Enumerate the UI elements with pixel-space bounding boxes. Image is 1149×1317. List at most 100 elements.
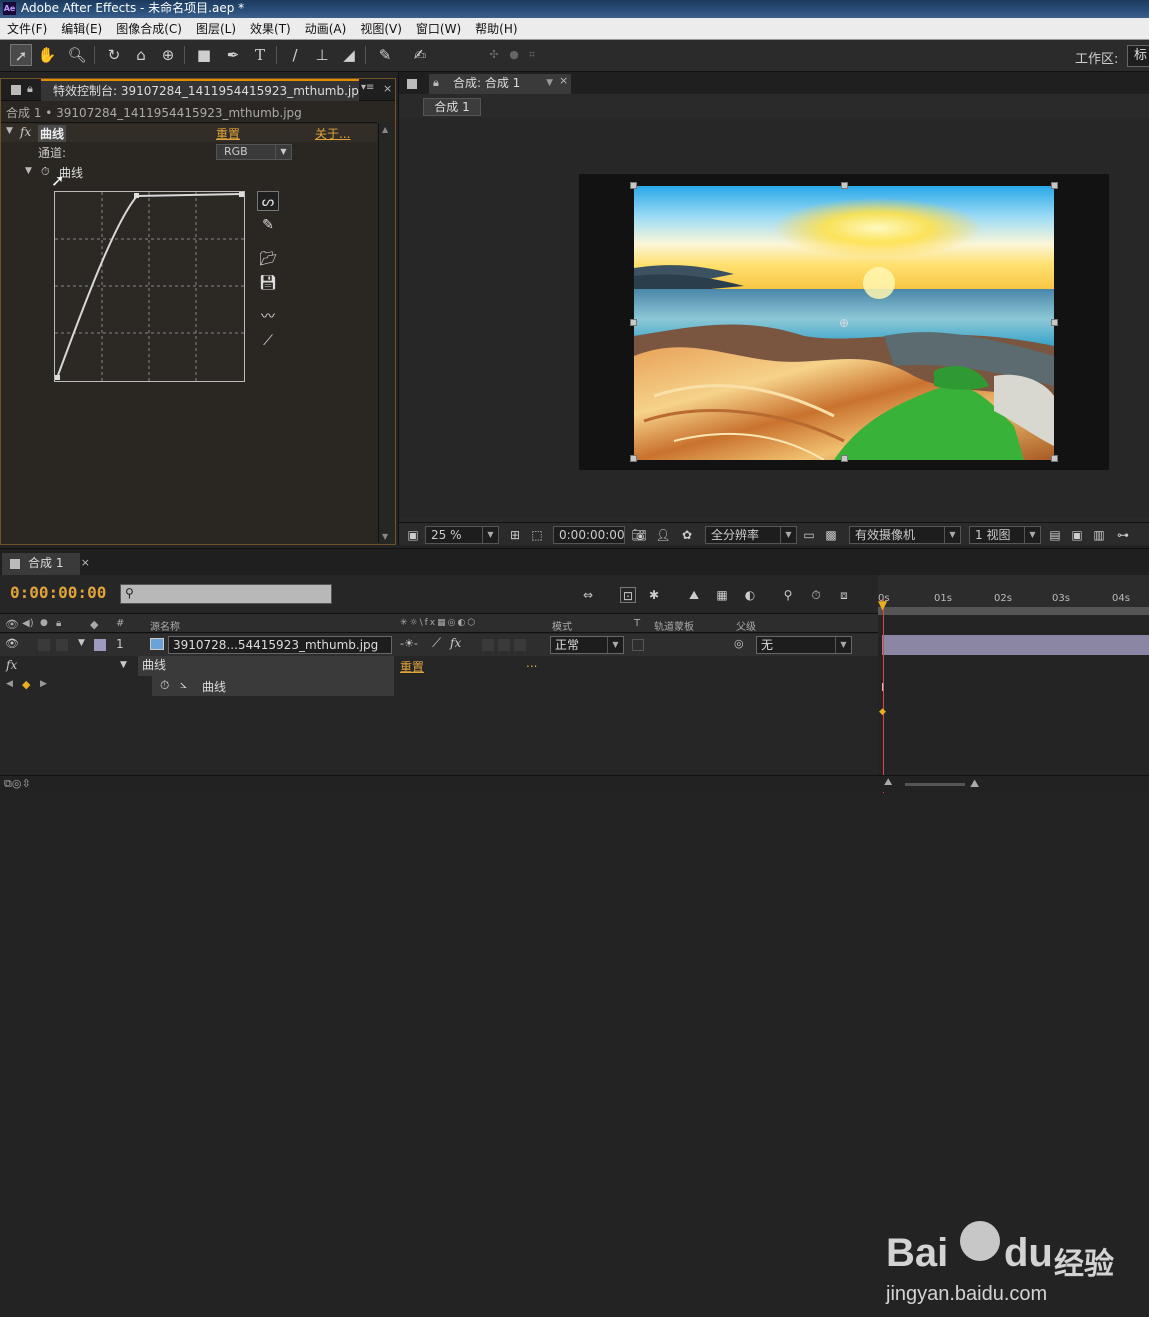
layer-duration-bar[interactable] xyxy=(882,635,1149,655)
options-ellipsis[interactable]: ... xyxy=(526,656,537,670)
timeline-graph-area[interactable]: 0s 01s 02s 03s 04s ▼ ◆ I xyxy=(878,575,1149,793)
disclosure-triangle-icon[interactable]: ▼ xyxy=(78,638,85,648)
timeline-search-input[interactable]: ⚲ xyxy=(120,584,332,604)
about-link[interactable]: 关于... xyxy=(315,125,350,142)
show-snapshot-icon[interactable]: 👤︎ xyxy=(655,527,671,543)
pick-whip-icon[interactable]: ◎ xyxy=(734,637,744,650)
current-time-display[interactable]: 0:00:00:00 xyxy=(553,526,625,544)
reset-link[interactable]: 重置 xyxy=(400,658,424,675)
scroll-down-icon[interactable]: ▼ xyxy=(382,532,388,541)
rotate-tool-icon[interactable]: ↻ xyxy=(103,44,125,66)
keyframe-diamond-icon[interactable]: ◆ xyxy=(22,678,30,691)
hand-tool-icon[interactable]: ✋ xyxy=(36,44,58,66)
panel-menu-icon[interactable]: ▾≡ xyxy=(361,82,374,93)
effect-controls-tab[interactable]: 特效控制台: 39107284_1411954415923_mthumb.jpg xyxy=(41,79,359,101)
type-tool-icon[interactable]: T xyxy=(249,44,271,66)
region-of-interest-icon[interactable]: ▭ xyxy=(801,527,817,543)
close-icon[interactable]: × xyxy=(81,553,90,573)
effect-row[interactable]: fx ▼ 曲线 重置 ... xyxy=(0,656,878,676)
puppet-pin-tool-icon[interactable]: ✍ xyxy=(409,44,431,66)
reset-line-icon[interactable]: ⟋ xyxy=(257,331,279,351)
menu-composition[interactable]: 图像合成(C) xyxy=(109,20,189,37)
current-time-indicator[interactable] xyxy=(883,599,884,793)
rectangle-tool-icon[interactable]: ■ xyxy=(193,44,215,66)
menu-view[interactable]: 视图(V) xyxy=(353,20,409,37)
next-keyframe-icon[interactable]: ▶ xyxy=(40,679,47,689)
roto-brush-tool-icon[interactable]: ✎ xyxy=(374,44,396,66)
quality-switch-icon[interactable]: ⟋ xyxy=(432,636,441,651)
property-row[interactable]: ◀ ◆ ▶ ⏱ ⦣ 曲线 xyxy=(0,676,878,696)
stopwatch-icon[interactable]: ⏱ xyxy=(41,165,50,179)
transform-handle[interactable] xyxy=(630,455,637,462)
eye-icon[interactable]: 👁︎ xyxy=(5,637,19,650)
menu-effect[interactable]: 效果(T) xyxy=(243,20,298,37)
transparency-grid-icon[interactable]: ▩ xyxy=(823,527,839,543)
open-folder-icon[interactable]: 📂︎ xyxy=(257,249,279,269)
pan-behind-tool-icon[interactable]: ⊕ xyxy=(157,44,179,66)
frame-blending-icon[interactable]: ▦ xyxy=(714,587,730,603)
brush-tool-icon[interactable]: / xyxy=(284,44,306,66)
lock-toggle[interactable] xyxy=(56,639,68,651)
close-icon[interactable]: × xyxy=(383,82,392,95)
hide-shy-layers-icon[interactable]: ⛰ xyxy=(686,587,702,603)
disclosure-triangle-icon[interactable]: ▼ xyxy=(25,166,32,176)
zoom-in-icon[interactable]: ⛰ xyxy=(970,777,979,791)
timeline-zoom-slider[interactable] xyxy=(905,783,965,786)
chevron-down-icon[interactable]: ▼ xyxy=(546,74,553,92)
color-channels-icon[interactable]: ✿ xyxy=(679,527,695,543)
camera-tool-icon[interactable]: ⌂ xyxy=(130,44,152,66)
effect-name[interactable]: 曲线 xyxy=(138,656,394,676)
adjustment-switch[interactable] xyxy=(514,639,526,651)
mask-visibility-icon[interactable]: ⬚ xyxy=(529,527,545,543)
disclosure-triangle-icon[interactable]: ▼ xyxy=(120,660,127,670)
layer-row[interactable]: 👁︎ ▼ 1 3910728...54415923_mthumb.jpg -☀-… xyxy=(0,634,878,656)
lock-icon[interactable]: 🔒︎ xyxy=(433,74,439,92)
draft-3d-icon[interactable]: ✱ xyxy=(646,587,662,603)
frame-blend-switch[interactable] xyxy=(482,639,494,651)
live-update-icon[interactable]: ⊡ xyxy=(620,587,636,603)
smooth-icon[interactable]: 〰 xyxy=(257,307,279,327)
work-area-bar[interactable] xyxy=(878,607,1149,615)
fx-toggle[interactable]: fx xyxy=(20,125,31,139)
vertical-scrollbar[interactable]: ▲ ▼ xyxy=(378,123,394,543)
transform-handle[interactable] xyxy=(1051,455,1058,462)
flowchart-icon[interactable]: ⊶ xyxy=(1115,527,1131,543)
zoom-select[interactable]: 25 % ▼ xyxy=(425,526,499,544)
snapshot-icon[interactable]: 📷︎ xyxy=(631,527,647,543)
channel-select[interactable]: RGB ▼ xyxy=(216,144,292,160)
scroll-up-icon[interactable]: ▲ xyxy=(382,125,388,134)
save-icon[interactable]: 💾︎ xyxy=(257,273,279,293)
comp-mini-flowchart-icon[interactable]: ⇔ xyxy=(580,587,596,603)
timeline-icon[interactable]: ▥ xyxy=(1091,527,1107,543)
composition-tab[interactable]: 合成: 合成 1 🔒︎ ▼ xyxy=(429,74,571,94)
view-layout-select[interactable]: 1 视图 ▼ xyxy=(969,526,1041,544)
graph-editor-icon[interactable]: ⧈ xyxy=(836,587,852,603)
menu-help[interactable]: 帮助(H) xyxy=(468,20,524,37)
playhead-icon[interactable]: ▼ xyxy=(878,598,887,612)
audio-toggle[interactable] xyxy=(38,639,50,651)
transform-handle[interactable] xyxy=(630,182,637,189)
auto-keyframe-icon[interactable]: ⏱ xyxy=(808,587,824,603)
camera-select[interactable]: 有效摄像机 ▼ xyxy=(849,526,961,544)
source-name-header[interactable]: 源名称 xyxy=(150,618,180,633)
always-preview-icon[interactable]: ▣ xyxy=(405,527,421,543)
transform-handle[interactable] xyxy=(841,455,848,462)
effect-switch-icon[interactable]: fx xyxy=(450,636,461,650)
eraser-tool-icon[interactable]: ◢ xyxy=(338,44,360,66)
workspace-select[interactable]: 标 xyxy=(1127,45,1149,67)
resolution-select[interactable]: 全分辨率 ▼ xyxy=(705,526,797,544)
blend-mode-select[interactable]: 正常 ▼ xyxy=(550,636,624,654)
menu-animation[interactable]: 动画(A) xyxy=(298,20,354,37)
stopwatch-icon[interactable]: ⏱ xyxy=(160,678,169,693)
menu-file[interactable]: 文件(F) xyxy=(0,20,54,37)
transform-handle[interactable] xyxy=(1051,182,1058,189)
motion-blur-icon[interactable]: ◐ xyxy=(742,587,758,603)
lock-icon[interactable]: 🔒︎ xyxy=(27,82,33,96)
timeline-current-time[interactable]: 0:00:00:00 xyxy=(10,583,106,602)
composition-sub-tab[interactable]: 合成 1 xyxy=(423,98,481,116)
menu-edit[interactable]: 编辑(E) xyxy=(54,20,109,37)
timeline-tab[interactable]: 合成 1 × xyxy=(2,553,90,575)
effect-name[interactable]: 曲线 xyxy=(38,125,67,142)
reset-link[interactable]: 重置 xyxy=(216,125,240,142)
transform-handle[interactable] xyxy=(841,182,848,189)
